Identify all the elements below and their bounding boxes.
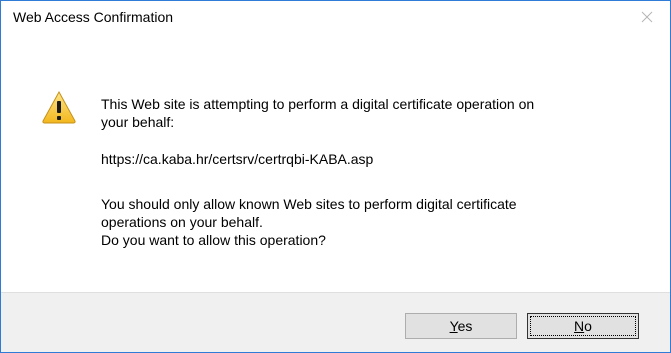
close-icon (641, 11, 653, 23)
message-line-1b: your behalf: (101, 114, 175, 130)
yes-label-rest: es (457, 318, 473, 334)
dialog-content: This Web site is attempting to perform a… (1, 33, 670, 292)
message-line-1: This Web site is attempting to perform a… (101, 96, 535, 112)
web-access-confirmation-dialog: Web Access Confirmation This Web site is… (0, 0, 671, 353)
warning-icon (41, 90, 77, 124)
site-url-text: https://ca.kaba.hr/certsrv/certrqbi-KABA… (101, 151, 374, 167)
no-button-label: No (574, 318, 592, 334)
no-label-rest: o (584, 318, 592, 334)
message-line-2b: operations on your behalf. (101, 214, 263, 230)
yes-accelerator: Y (449, 318, 458, 334)
site-url: https://ca.kaba.hr/certsrv/certrqbi-KABA… (101, 148, 595, 170)
message-question: Do you want to allow this operation? (101, 232, 326, 248)
title-bar[interactable]: Web Access Confirmation (1, 1, 670, 33)
button-bar: Yes No (1, 292, 670, 352)
no-accelerator: N (574, 318, 585, 334)
no-button[interactable]: No (527, 313, 639, 339)
message-line-2: You should only allow known Web sites to… (101, 196, 517, 212)
close-button[interactable] (624, 1, 670, 33)
window-title: Web Access Confirmation (13, 9, 174, 25)
yes-button[interactable]: Yes (405, 313, 517, 339)
yes-button-label: Yes (450, 318, 473, 334)
